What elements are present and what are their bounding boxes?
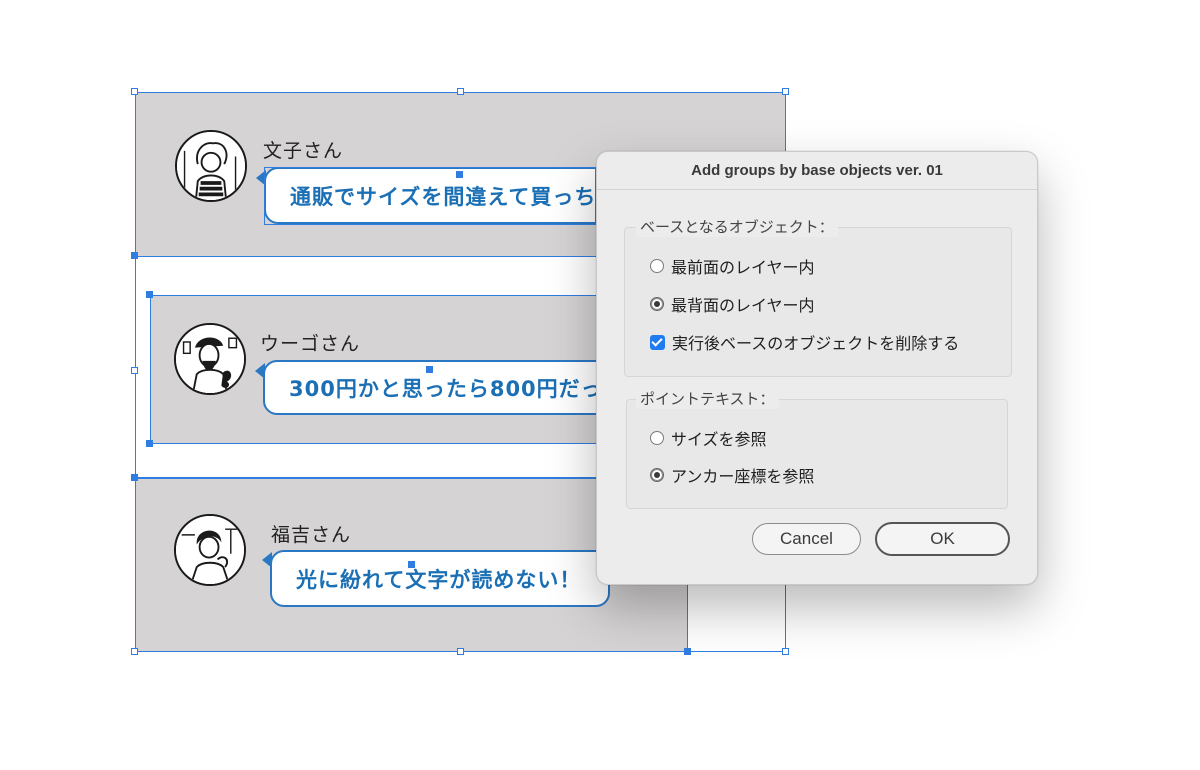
radio-label: アンカー座標を参照 [671,467,815,486]
cancel-button[interactable]: Cancel [752,523,861,555]
person-portrait-icon [176,516,244,584]
avatar [174,514,246,586]
resize-handle[interactable] [131,88,138,95]
speaker-name: ウーゴさん [260,333,361,355]
dialog-title: Add groups by base objects ver. 01 [597,152,1037,190]
resize-handle[interactable] [782,88,789,95]
anchor-point[interactable] [131,474,138,481]
radio-label: サイズを参照 [671,430,767,449]
resize-handle[interactable] [131,648,138,655]
base-object-group: 最前面のレイヤー内 最背面のレイヤー内 実行後ベースのオブジェクトを削除する [624,227,1012,377]
checkbox-delete-base[interactable]: 実行後ベースのオブジェクトを削除する [650,330,959,354]
speech-bubble[interactable]: 光に紛れて文字が読めない！ [270,550,610,607]
anchor-point[interactable] [426,366,433,373]
checkbox[interactable] [650,334,665,350]
anchor-point[interactable] [408,561,415,568]
resize-handle[interactable] [457,648,464,655]
radio-frontmost-layer[interactable]: 最前面のレイヤー内 [650,254,815,278]
radio-button[interactable] [650,431,664,445]
base-group-legend: ベースとなるオブジェクト： [636,216,838,237]
person-portrait-icon [177,132,245,200]
resize-handle[interactable] [457,88,464,95]
anchor-point[interactable] [684,648,691,655]
resize-handle[interactable] [131,367,138,374]
radio-backmost-layer[interactable]: 最背面のレイヤー内 [650,292,815,316]
radio-label: 最前面のレイヤー内 [671,258,815,277]
radio-refer-anchor[interactable]: アンカー座標を参照 [650,463,814,487]
avatar [174,323,246,395]
speaker-name: 福吉さん [271,524,352,546]
radio-button[interactable] [650,297,664,311]
point-text-group: サイズを参照 アンカー座標を参照 [626,399,1008,509]
anchor-point[interactable] [146,440,153,447]
radio-button[interactable] [650,259,664,273]
person-portrait-icon [176,325,244,393]
avatar [175,130,247,202]
radio-button[interactable] [650,468,664,482]
anchor-point[interactable] [131,252,138,259]
speaker-name: 文子さん [263,140,344,162]
resize-handle[interactable] [782,648,789,655]
add-groups-dialog: Add groups by base objects ver. 01 最前面のレ… [596,151,1038,585]
anchor-point[interactable] [456,171,463,178]
radio-label: 最背面のレイヤー内 [671,296,815,315]
checkbox-label: 実行後ベースのオブジェクトを削除する [672,334,960,353]
point-text-legend: ポイントテキスト： [636,388,779,409]
anchor-point[interactable] [146,291,153,298]
radio-refer-size[interactable]: サイズを参照 [650,426,767,450]
ok-button[interactable]: OK [875,522,1010,556]
